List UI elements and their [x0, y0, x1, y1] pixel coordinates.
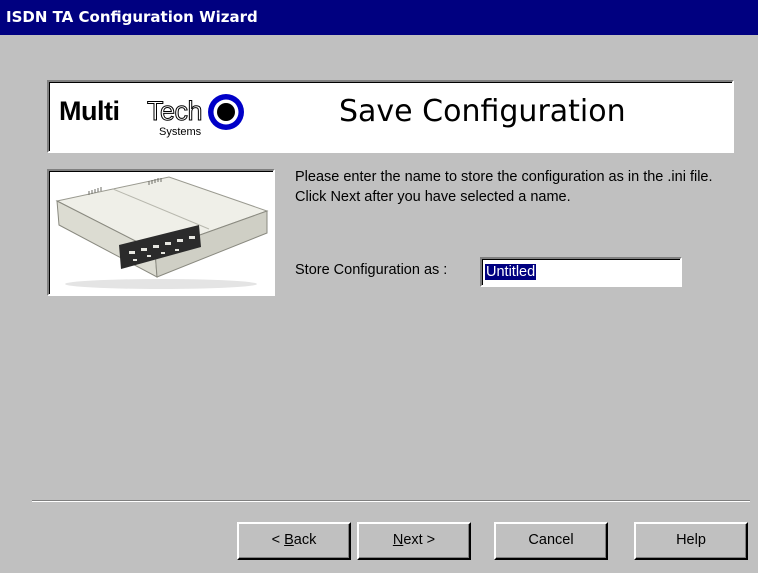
back-button-rest: ack: [293, 532, 317, 548]
logo-systems-text: Systems: [159, 126, 202, 138]
next-button-accel: N: [392, 532, 404, 548]
back-button[interactable]: < Back: [237, 522, 351, 560]
instructions-text: Please enter the name to store the confi…: [295, 169, 713, 205]
back-button-prefix: <: [271, 532, 285, 548]
config-name-input[interactable]: Untitled: [480, 257, 682, 287]
next-button-rest: ext >: [403, 532, 436, 548]
config-name-value: Untitled: [485, 264, 537, 280]
store-config-label: Store Configuration as :: [295, 262, 448, 278]
header-banner: Multi Tech Systems Save Configuration: [47, 80, 734, 153]
page-title: Save Configuration: [339, 94, 626, 129]
separator-line: [32, 500, 750, 502]
multitech-logo: Multi Tech Systems: [59, 90, 289, 150]
next-button[interactable]: Next >: [357, 522, 471, 560]
cancel-button[interactable]: Cancel: [494, 522, 608, 560]
back-button-accel: B: [284, 532, 294, 548]
product-image: [47, 169, 275, 296]
logo-multi-text: Multi: [59, 96, 120, 126]
modem-device-icon: [55, 176, 269, 289]
logo-tech-text: Tech: [146, 96, 203, 127]
window-title-bar[interactable]: ISDN TA Configuration Wizard: [0, 0, 758, 35]
window-title: ISDN TA Configuration Wizard: [6, 8, 258, 26]
help-button[interactable]: Help: [634, 522, 748, 560]
logo-circle-icon: [208, 94, 244, 130]
